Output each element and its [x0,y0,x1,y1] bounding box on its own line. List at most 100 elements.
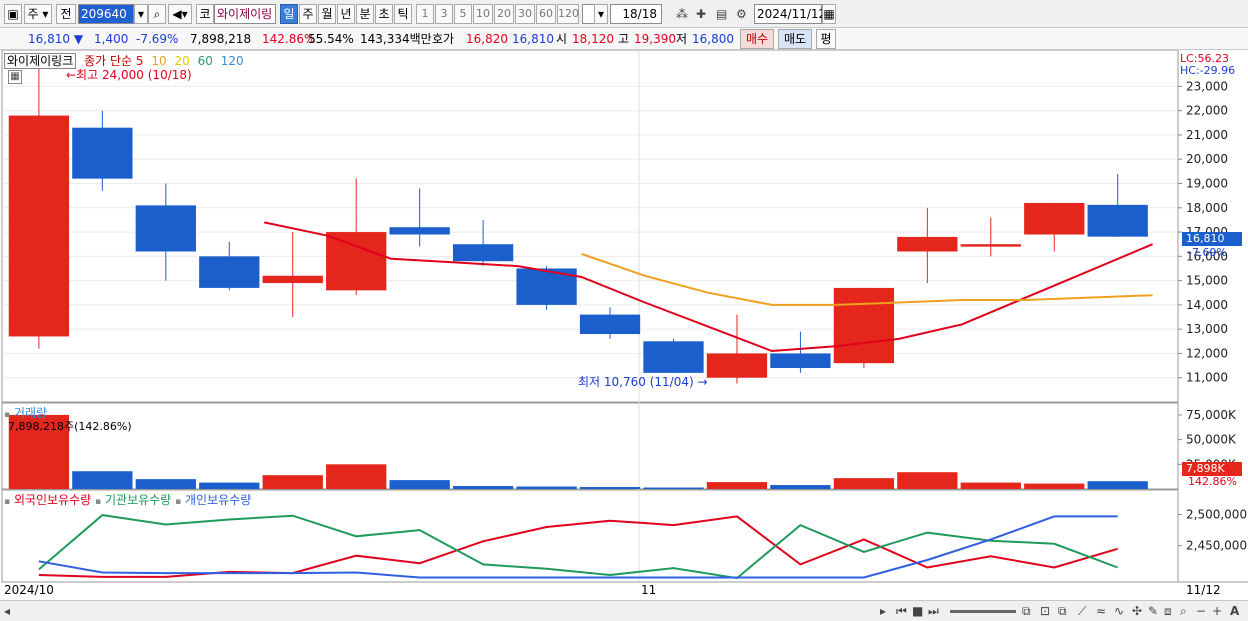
zigzag-icon[interactable]: ≈ [1096,603,1106,619]
period-tick-button[interactable]: 틱 [394,4,412,24]
zoom-out-icon[interactable]: − [1196,603,1206,619]
high-annotation: ←최고 24,000 (10/18) [66,68,192,82]
open-price: 18,120 [572,32,614,46]
chart-scrollbar[interactable]: ◂ ▸ ⏮ ■ ⏭ ⧉ ⊡ ⧉ ⟋ ≈ ∿ ✣ ✎ ⧈ ⌕ − + A [0,600,1248,621]
price-tick-label: 19,000 [1186,177,1228,191]
trend-line-icon[interactable]: ⟋ [1078,603,1086,619]
volume-last-pct: 142.86% [1188,475,1237,488]
price-tick-label: 15,000 [1186,274,1228,288]
date-input[interactable]: 2024/11/12 [754,4,826,24]
layout-icon[interactable]: ⧉ [1022,603,1031,619]
pane-handle-icon[interactable]: ▪ [4,497,10,507]
x-axis-end: 11/12 [1186,583,1221,597]
market-tag: 코 [196,4,214,24]
period-minute-button[interactable]: 분 [356,4,374,24]
pane-handle-icon[interactable]: ▪ [95,497,101,507]
price-tick-label: 14,000 [1186,298,1228,312]
candle-body [389,227,450,235]
sell-button[interactable]: 매도 [778,29,812,49]
price-tick-label: 13,000 [1186,322,1228,336]
table-icon[interactable]: ▦ [8,70,22,84]
scroll-left-icon[interactable]: ◂ [4,603,10,619]
save-icon[interactable]: ▤ [716,6,727,22]
market-select[interactable]: 주 ▾ [24,4,52,24]
volume-bar [1087,481,1148,489]
change-value: 1,400 [94,32,129,46]
candle-body [770,353,831,369]
interval-60-button[interactable]: 60 [536,4,556,24]
buy-button[interactable]: 매수 [740,29,774,49]
interval-20-button[interactable]: 20 [494,4,514,24]
interval-5-button[interactable]: 5 [454,4,472,24]
interval-30-button[interactable]: 30 [515,4,535,24]
interval-120-button[interactable]: 120 [557,4,579,24]
x-axis-mid: 11 [641,583,657,597]
period-day-button[interactable]: 일 [280,4,298,24]
chart-canvas[interactable]: 23,00022,00021,00020,00019,00018,00017,0… [0,49,1248,600]
fast-forward-icon[interactable]: ⏭ [928,603,939,619]
prev-button[interactable]: 전 [56,4,76,24]
price-value: 16,810 [28,32,70,46]
page-counter: 18/18 [610,4,662,24]
wave-icon[interactable]: ∿ [1114,603,1124,619]
last-pct-tag: -7.69% [1188,246,1227,259]
gear-icon[interactable]: ⚙ [736,6,747,22]
draw-icon[interactable]: ✎ [1148,603,1158,619]
ma60-legend: 60 [197,54,213,68]
zoom-in-icon[interactable]: + [1212,603,1222,619]
calendar-icon[interactable]: ▦ [822,4,836,24]
low-annotation: 최저 10,760 (11/04) → [578,375,708,389]
binocular-icon[interactable]: ⁂ [676,6,688,22]
period-week-button[interactable]: 주 [299,4,317,24]
sound-icon[interactable]: ◀▾ [168,4,192,24]
window-icon[interactable]: ⊡ [1040,603,1050,619]
volume-bar [897,472,958,489]
volume-bar [833,478,895,489]
high-label: 고 [618,32,630,46]
price-tick-label: 12,000 [1186,346,1228,360]
search-icon[interactable]: ⌕ [148,4,166,24]
volume-summary: 7,898,218주(142.86%) [8,420,132,433]
period-year-button[interactable]: 년 [337,4,355,24]
stock-name-field: 와이제이링 [214,4,276,24]
pattern-icon[interactable]: ✣ [1132,603,1142,619]
period-month-button[interactable]: 월 [318,4,336,24]
candle-body [1087,204,1148,237]
last-price-tag: 16,810 [1182,232,1242,246]
price-tick-label: 21,000 [1186,128,1228,142]
rewind-icon[interactable]: ⏮ [896,603,907,619]
turnover-percent: 55.54% [308,32,354,46]
zoom-icon[interactable]: ⌕ [1180,603,1187,619]
flat-button[interactable]: 평 [816,29,836,49]
volume-bar [960,482,1021,489]
candle-body [833,287,895,364]
clipboard-icon[interactable]: ⧈ [1164,603,1172,619]
stock-code-input[interactable]: 209640 [78,4,134,24]
font-size-icon[interactable]: A [1230,603,1239,619]
volume-bar [579,487,641,489]
interval-3-button[interactable]: 3 [435,4,453,24]
candle-body [135,205,196,252]
volume-tick-label: 75,000K [1186,408,1237,422]
volume-bar [135,479,196,489]
scroll-right-icon[interactable]: ▸ [880,603,886,619]
pane-handle-icon[interactable]: ▪ [175,497,181,507]
hc-label: HC:-29.96 [1180,64,1236,77]
tile-icon[interactable]: ⧉ [1058,603,1067,619]
foreign-legend: 외국인보유수량 [13,493,92,507]
volume-bar [643,487,704,489]
candle-body [579,314,641,335]
period-second-button[interactable]: 초 [375,4,393,24]
code-dropdown-icon[interactable]: ▾ [134,4,148,24]
zoom-slider[interactable] [950,610,1016,613]
interval-dropdown-icon[interactable]: ▾ [594,4,608,24]
chart-area[interactable]: 23,00022,00021,00020,00019,00018,00017,0… [0,49,1248,600]
x-axis-start: 2024/10 [4,583,54,597]
institution-legend: 기관보유수량 [104,493,172,507]
stop-icon[interactable]: ■ [912,603,923,619]
interval-1-button[interactable]: 1 [416,4,434,24]
window-menu-icon[interactable]: ▣ [4,4,22,24]
volume-bar [389,480,450,489]
crosshair-icon[interactable]: ✚ [696,6,706,22]
interval-10-button[interactable]: 10 [473,4,493,24]
